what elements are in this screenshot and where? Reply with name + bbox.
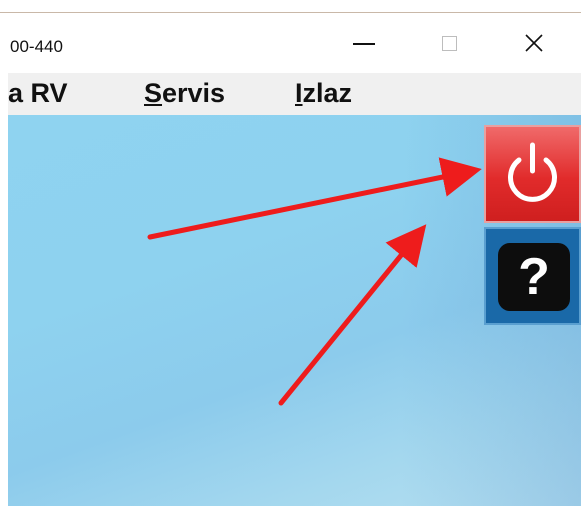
title-bar[interactable]: 00-440 [8, 13, 581, 73]
menu-bar: a RV Servis Izlaz [8, 73, 581, 115]
menu-item-servis-mnemonic: S [144, 78, 163, 108]
close-button[interactable] [496, 13, 572, 73]
window-left-edge [0, 14, 8, 506]
close-icon [525, 34, 543, 52]
help-glyph: ? [518, 248, 550, 306]
main-area: ? [8, 115, 581, 506]
help-icon: ? [498, 243, 570, 311]
minimize-icon [353, 43, 375, 45]
help-button[interactable]: ? [484, 227, 581, 325]
menu-item-rv[interactable]: a RV [8, 78, 68, 109]
menu-item-izlaz[interactable]: Izlaz [295, 78, 352, 109]
menu-item-servis-label: ervis [162, 78, 226, 108]
window-title: 00-440 [10, 37, 63, 56]
menu-item-izlaz-mnemonic: I [295, 78, 303, 108]
application-screen: 00-440 a RV Servis Izlaz ? [0, 0, 581, 506]
maximize-button[interactable] [411, 13, 487, 73]
minimize-button[interactable] [326, 13, 402, 73]
maximize-icon [441, 35, 457, 51]
power-button[interactable] [484, 125, 581, 223]
power-icon [508, 142, 557, 202]
menu-item-izlaz-label: zlaz [302, 78, 353, 108]
menu-item-rv-label: a RV [8, 78, 68, 108]
menu-item-servis[interactable]: Servis [144, 78, 225, 109]
